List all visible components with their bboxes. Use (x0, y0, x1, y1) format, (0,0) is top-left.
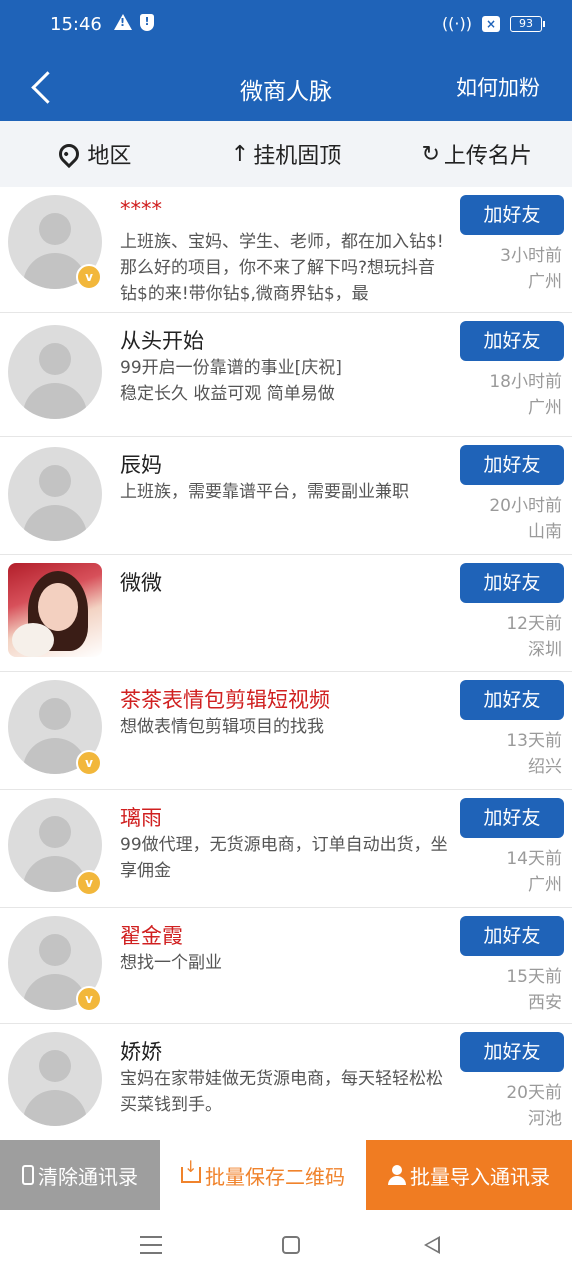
list-item[interactable]: 微微 加好友 12天前 深圳 (0, 555, 572, 672)
contact-location: 广州 (528, 398, 562, 418)
system-nav-bar (0, 1210, 572, 1280)
contact-location: 深圳 (528, 640, 562, 660)
contact-name: 璃雨 (120, 806, 162, 830)
avatar (8, 325, 102, 419)
contact-list: v **** 上班族、宝妈、学生、老师，都在加入钻$!那么好的项目，你不来了解下… (0, 187, 572, 1142)
contact-name: 翟金霞 (120, 924, 183, 948)
vip-badge-icon: v (76, 264, 102, 290)
status-left-icons: ! (114, 14, 154, 31)
filter-toolbar: 地区 ↑ 挂机固顶 ↻ 上传名片 (0, 121, 572, 187)
how-to-add-fans-link[interactable]: 如何加粉 (456, 72, 540, 102)
vip-badge-icon: v (76, 870, 102, 896)
user-icon (388, 1165, 406, 1185)
bottle-icon (22, 1165, 34, 1185)
shield-icon: ! (140, 14, 154, 31)
home-icon[interactable] (282, 1236, 300, 1254)
sim-off-icon: × (482, 15, 500, 32)
add-friend-button[interactable]: 加好友 (460, 321, 564, 361)
status-bar: 15:46 ! ((·)) × 93 (0, 0, 572, 52)
contact-name: 微微 (120, 571, 162, 595)
warning-icon (114, 14, 132, 30)
clear-contacts-label: 清除通讯录 (38, 1164, 138, 1189)
wifi-icon: ((·)) (441, 14, 472, 33)
vip-badge-icon: v (76, 986, 102, 1012)
list-item[interactable]: 从头开始 99开启一份靠谱的事业[庆祝] 稳定长久 收益可观 简单易做 加好友 … (0, 313, 572, 437)
battery-icon: 93 (510, 15, 545, 32)
vip-badge-icon: v (76, 750, 102, 776)
status-right-icons: ((·)) × 93 (441, 14, 545, 33)
contact-description: 想找一个副业 (120, 953, 222, 973)
contact-time: 13天前 (506, 731, 562, 751)
add-friend-button[interactable]: 加好友 (460, 798, 564, 838)
contact-location: 广州 (528, 272, 562, 292)
contact-location: 绍兴 (528, 757, 562, 777)
contact-meta: 12天前 深圳 (506, 611, 562, 663)
add-friend-button[interactable]: 加好友 (460, 680, 564, 720)
contact-time: 12天前 (506, 614, 562, 634)
location-pin-icon (55, 139, 84, 169)
batch-import-contacts-button[interactable]: 批量导入通讯录 (366, 1140, 572, 1210)
contact-meta: 13天前 绍兴 (506, 728, 562, 780)
contact-location: 山南 (528, 522, 562, 542)
contact-name: 辰妈 (120, 453, 162, 477)
contact-meta: 15天前 西安 (506, 964, 562, 1016)
list-item[interactable]: v **** 上班族、宝妈、学生、老师，都在加入钻$!那么好的项目，你不来了解下… (0, 187, 572, 313)
contact-location: 河池 (528, 1109, 562, 1129)
contact-time: 3小时前 (500, 246, 562, 266)
contact-location: 广州 (528, 875, 562, 895)
batch-save-qr-button[interactable]: 批量保存二维码 (160, 1140, 366, 1210)
contact-meta: 20天前 河池 (506, 1080, 562, 1132)
avatar-photo (8, 563, 102, 657)
avatar (8, 1032, 102, 1126)
contact-time: 14天前 (506, 849, 562, 869)
pin-top-button[interactable]: ↑ 挂机固顶 (191, 121, 382, 187)
upload-card-label: 上传名片 (443, 144, 532, 169)
contact-time: 18小时前 (489, 372, 562, 392)
contact-name: **** (120, 197, 162, 221)
contact-description: 99做代理，无货源电商，订单自动出货，坐享佣金 (120, 835, 448, 881)
contact-description: 99开启一份靠谱的事业[庆祝] 稳定长久 收益可观 简单易做 (120, 358, 342, 404)
status-time: 15:46 (50, 14, 102, 35)
contact-meta: 3小时前 广州 (500, 243, 562, 295)
contact-meta: 18小时前 广州 (489, 369, 562, 421)
add-friend-button[interactable]: 加好友 (460, 1032, 564, 1072)
add-friend-button[interactable]: 加好友 (460, 563, 564, 603)
back-icon[interactable] (424, 1236, 440, 1254)
list-item[interactable]: v 翟金霞 想找一个副业 加好友 15天前 西安 (0, 908, 572, 1024)
refresh-icon: ↻ (421, 141, 440, 167)
menu-icon[interactable] (140, 1236, 162, 1254)
list-item[interactable]: 娇娇 宝妈在家带娃做无货源电商，每天轻轻松松买菜钱到手。 加好友 20天前 河池 (0, 1024, 572, 1142)
pin-top-label: 挂机固顶 (253, 144, 342, 169)
app-header: 微商人脉 如何加粉 (0, 52, 572, 121)
contact-description: 上班族、宝妈、学生、老师，都在加入钻$!那么好的项目，你不来了解下吗?想玩抖音钻… (120, 232, 444, 304)
batch-save-qr-label: 批量保存二维码 (205, 1164, 345, 1189)
batch-import-contacts-label: 批量导入通讯录 (410, 1164, 550, 1189)
add-friend-button[interactable]: 加好友 (460, 916, 564, 956)
list-item[interactable]: 辰妈 上班族，需要靠谱平台，需要副业兼职 加好友 20小时前 山南 (0, 437, 572, 555)
up-arrow-icon: ↑ (230, 141, 250, 167)
contact-name: 娇娇 (120, 1040, 162, 1064)
download-icon (181, 1157, 201, 1183)
bottom-action-bar: 清除通讯录 批量保存二维码 批量导入通讯录 (0, 1140, 572, 1210)
contact-description: 宝妈在家带娃做无货源电商，每天轻轻松松买菜钱到手。 (120, 1069, 443, 1115)
add-friend-button[interactable]: 加好友 (460, 445, 564, 485)
contact-meta: 14天前 广州 (506, 846, 562, 898)
clear-contacts-button[interactable]: 清除通讯录 (0, 1140, 160, 1210)
contact-time: 20小时前 (489, 496, 562, 516)
contact-meta: 20小时前 山南 (489, 493, 562, 545)
contact-time: 20天前 (506, 1083, 562, 1103)
region-label: 地区 (87, 144, 132, 169)
contact-location: 西安 (528, 993, 562, 1013)
contact-name: 茶茶表情包剪辑短视频 (120, 688, 330, 712)
upload-card-button[interactable]: ↻ 上传名片 (381, 121, 572, 187)
contact-time: 15天前 (506, 967, 562, 987)
region-filter[interactable]: 地区 (0, 121, 191, 187)
list-item[interactable]: v 茶茶表情包剪辑短视频 想做表情包剪辑项目的找我 加好友 13天前 绍兴 (0, 672, 572, 790)
add-friend-button[interactable]: 加好友 (460, 195, 564, 235)
list-item[interactable]: v 璃雨 99做代理，无货源电商，订单自动出货，坐享佣金 加好友 14天前 广州 (0, 790, 572, 908)
contact-name: 从头开始 (120, 329, 204, 353)
avatar (8, 447, 102, 541)
contact-description: 想做表情包剪辑项目的找我 (120, 717, 324, 737)
contact-description: 上班族，需要靠谱平台，需要副业兼职 (120, 482, 409, 502)
